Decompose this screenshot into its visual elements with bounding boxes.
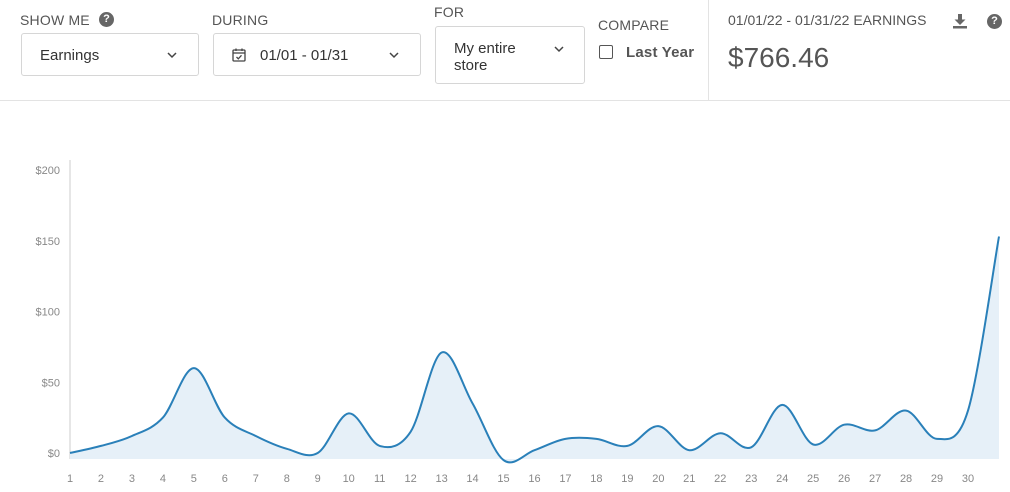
for-label: FOR [434,4,465,20]
x-tick-label: 19 [621,473,633,485]
for-select[interactable]: My entire store [435,26,585,84]
during-select[interactable]: 01/01 - 01/31 [213,33,421,76]
x-tick-label: 23 [745,473,757,485]
x-tick-label: 14 [466,473,478,485]
chevron-down-icon [389,52,399,59]
y-tick-label: $200 [36,165,60,177]
earnings-chart: $0$50$100$150$200 1 2 3 4 5 6 7 8 9 10 11 12 13 14 15 1… [36,160,1000,485]
x-tick-label: 7 [253,473,259,485]
y-tick-label: $150 [36,236,60,248]
earnings-range-label: 01/01/22 - 01/31/22 EARNINGS [728,12,927,28]
x-tick-label: 8 [284,473,290,485]
controls-bar: SHOW ME ? Earnings DURING 01/01 - 01/31 … [0,0,1010,101]
show-me-select[interactable]: Earnings [21,33,199,76]
chevron-down-icon [554,46,564,53]
x-tick-label: 20 [652,473,664,485]
last-year-checkbox[interactable] [599,45,613,59]
divider [708,0,709,100]
x-tick-label: 9 [315,473,321,485]
help-icon[interactable]: ? [99,12,114,27]
x-tick-label: 30 [962,473,974,485]
x-tick-label: 1 [67,473,73,485]
x-tick-label: 15 [497,473,509,485]
x-tick-label: 10 [343,473,355,485]
x-tick-label: 13 [435,473,447,485]
compare-label: COMPARE [598,17,670,33]
download-icon[interactable] [951,12,969,30]
for-value-line2: store [454,57,488,74]
chevron-down-icon [167,52,177,59]
x-tick-label: 4 [160,473,166,485]
during-value: 01/01 - 01/31 [260,47,349,64]
x-tick-label: 28 [900,473,912,485]
x-tick-label: 27 [869,473,881,485]
x-tick-label: 3 [129,473,135,485]
earnings-total: $766.46 [728,42,830,73]
show-me-label: SHOW ME [20,12,90,28]
help-icon[interactable]: ? [987,14,1002,29]
x-tick-label: 17 [559,473,571,485]
during-label: DURING [212,12,269,28]
x-tick-label: 24 [776,473,788,485]
x-tick-label: 16 [528,473,540,485]
y-tick-label: $100 [36,307,60,319]
x-tick-label: 25 [807,473,819,485]
x-tick-label: 2 [98,473,104,485]
for-value-line1: My entire [454,40,516,57]
show-me-value: Earnings [40,47,100,64]
last-year-label[interactable]: Last Year [626,44,694,61]
x-tick-label: 11 [374,473,385,485]
x-tick-label: 18 [590,473,602,485]
x-tick-label: 29 [931,473,943,485]
x-tick-label: 26 [838,473,850,485]
x-tick-label: 22 [714,473,726,485]
x-tick-label: 6 [222,473,228,485]
x-tick-label: 21 [683,473,695,485]
x-tick-label: 5 [191,473,197,485]
y-tick-label: $0 [48,448,60,460]
x-tick-label: 12 [404,473,416,485]
calendar-icon [232,48,246,62]
y-tick-label: $50 [42,377,60,389]
